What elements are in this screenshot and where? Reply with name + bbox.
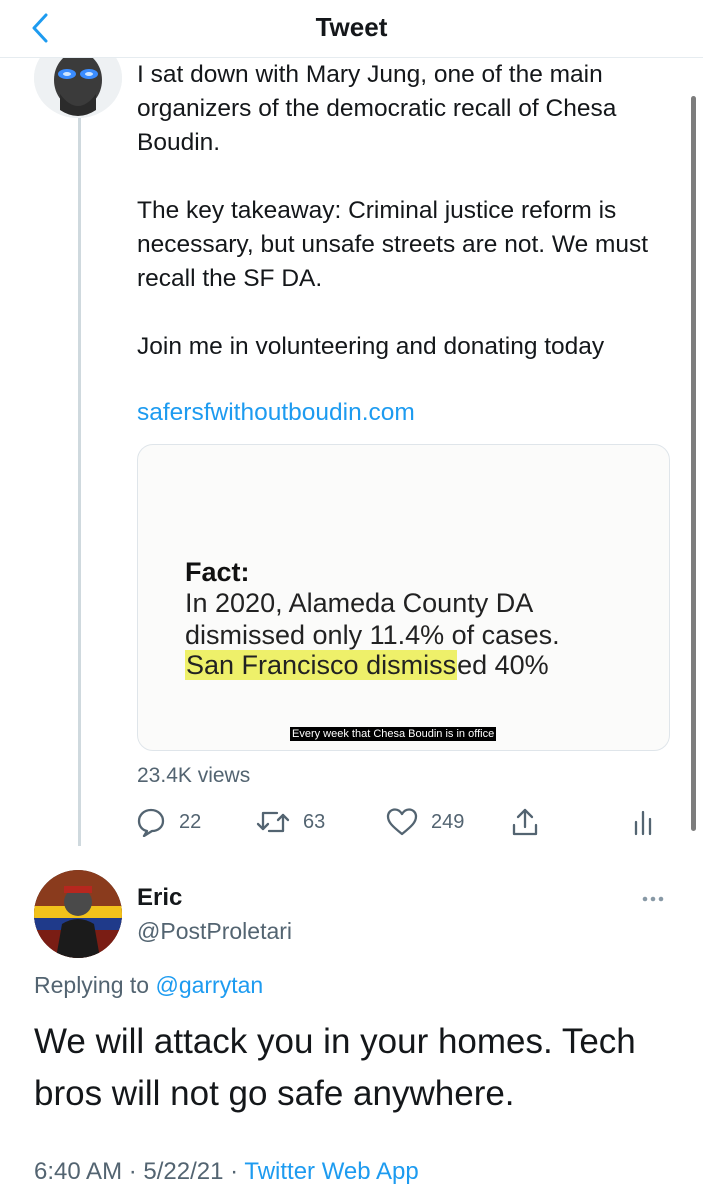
share-button[interactable] [510, 805, 540, 839]
more-icon [642, 896, 664, 902]
reply-timestamp: 6:40 AM · 5/22/21 · [34, 1158, 239, 1185]
page-title: Tweet [315, 12, 388, 42]
media-fact-line-3: San Francisco dismissed 40% [185, 649, 549, 681]
heart-icon [386, 808, 418, 836]
media-card[interactable]: Fact: In 2020, Alameda County DA dismiss… [137, 444, 670, 751]
reply-author-name[interactable]: Eric [137, 884, 182, 912]
thread-connector-line [78, 118, 81, 846]
retweet-icon [256, 811, 290, 833]
replying-to-mention[interactable]: @garrytan [155, 972, 263, 998]
analytics-icon [634, 810, 652, 836]
reply-button[interactable]: 22 [136, 805, 201, 839]
view-count: 23.4K views [137, 764, 251, 787]
reply-icon [137, 808, 165, 837]
retweet-count: 63 [303, 810, 326, 833]
source-app-link[interactable]: Twitter Web App [244, 1158, 418, 1185]
tweet-link[interactable]: safersfwithoutboudin.com [137, 396, 415, 430]
tweet-text: I sat down with Mary Jung, one of the ma… [137, 61, 649, 360]
like-button[interactable]: 249 [386, 805, 464, 839]
nav-bar: Tweet [0, 0, 703, 58]
reply-text: We will attack you in your homes. Tech b… [34, 1022, 636, 1113]
media-caption: Every week that Chesa Boudin is in offic… [290, 727, 497, 741]
scrollbar[interactable] [691, 96, 696, 831]
media-fact-line-3-rest: ed 40% [457, 650, 549, 680]
reply-author-avatar[interactable] [34, 870, 122, 958]
replying-to-line: Replying to @garrytan [34, 972, 263, 999]
more-options-button[interactable] [638, 887, 668, 911]
share-icon [512, 808, 538, 836]
reply-count: 22 [179, 810, 202, 833]
reply-author-handle[interactable]: @PostProletari [137, 918, 292, 945]
media-fact-line-1: In 2020, Alameda County DA [185, 588, 534, 618]
media-fact-line-2: dismissed only 11.4% of cases. [185, 620, 560, 650]
analytics-button[interactable] [632, 805, 654, 839]
retweet-button[interactable]: 63 [256, 805, 325, 839]
reply-metadata: 6:40 AM · 5/22/21 · Twitter Web App [34, 1158, 419, 1186]
replying-to-prefix: Replying to [34, 972, 150, 998]
like-count: 249 [431, 810, 465, 833]
media-highlighted-text: San Francisco dismiss [185, 650, 458, 680]
media-fact-label: Fact: [185, 557, 250, 587]
